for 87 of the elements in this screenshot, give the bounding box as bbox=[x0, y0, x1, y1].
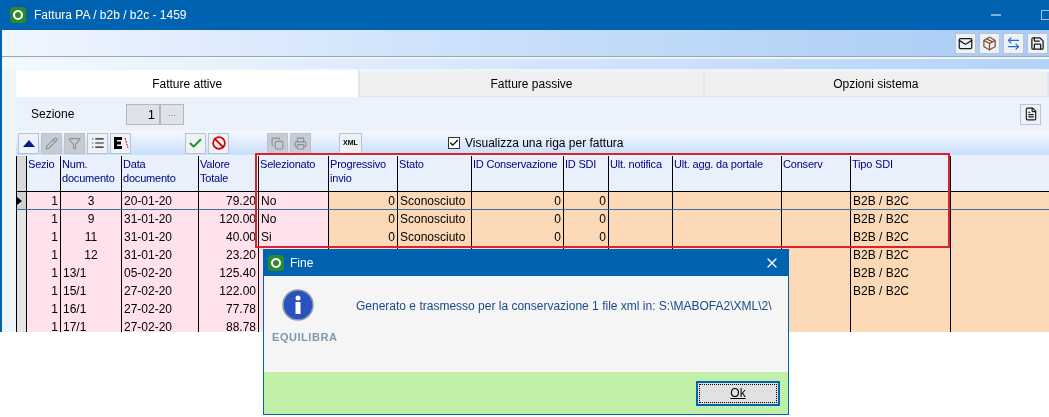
mail-icon[interactable] bbox=[955, 32, 976, 54]
info-icon bbox=[282, 289, 314, 321]
column-header[interactable]: Valore Totale bbox=[199, 156, 259, 191]
column-header[interactable]: Conserv bbox=[782, 156, 851, 191]
check-icon[interactable] bbox=[185, 132, 206, 154]
table-cell: 1 bbox=[27, 246, 61, 264]
tab[interactable]: Fatture passive bbox=[360, 72, 705, 97]
column-header[interactable]: Ult. notifica bbox=[609, 156, 673, 191]
table-cell: 77.78 bbox=[199, 300, 259, 318]
table-cell: 125.40 bbox=[199, 264, 259, 282]
table-cell: 16/1 bbox=[61, 300, 122, 318]
table-cell: 31-01-20 bbox=[122, 210, 199, 228]
save-icon[interactable] bbox=[1027, 32, 1048, 54]
dialog-title: Fine bbox=[290, 255, 314, 272]
table-cell: 11 bbox=[61, 228, 122, 246]
column-header[interactable]: Num. documento bbox=[61, 156, 122, 191]
table-cell: 1 bbox=[27, 264, 61, 282]
row-header[interactable] bbox=[17, 210, 27, 228]
table-cell: 20-01-20 bbox=[122, 192, 199, 209]
table-cell: 9 bbox=[61, 210, 122, 228]
table-cell: 79.20 bbox=[199, 192, 259, 209]
table-cell: No bbox=[259, 192, 329, 209]
app-logo-icon bbox=[268, 255, 284, 271]
table-cell: 1 bbox=[27, 210, 61, 228]
copy-icon[interactable] bbox=[267, 132, 288, 154]
table-cell: 3 bbox=[61, 192, 122, 209]
package-icon[interactable] bbox=[979, 32, 1000, 54]
table-cell: 1 bbox=[27, 318, 61, 332]
table-cell: 27-02-20 bbox=[122, 300, 199, 318]
column-header[interactable]: Data documento bbox=[122, 156, 199, 191]
checkbox-label: Visualizza una riga per fattura bbox=[465, 135, 624, 152]
tab[interactable]: Opzioni sistema bbox=[704, 72, 1049, 97]
table-cell: B2B / B2C bbox=[851, 192, 951, 209]
table-cell: Sconosciuto bbox=[398, 210, 472, 228]
ok-button[interactable]: Ok bbox=[696, 380, 780, 406]
table-cell: 122.00 bbox=[199, 282, 259, 300]
column-header[interactable]: Stato bbox=[398, 156, 472, 191]
table-cell: 12 bbox=[61, 246, 122, 264]
table-cell: B2B / B2C bbox=[851, 228, 951, 246]
table-cell: B2B / B2C bbox=[851, 264, 951, 282]
table-cell: 31-01-20 bbox=[122, 228, 199, 246]
table-cell: 05-02-20 bbox=[122, 264, 199, 282]
row-header[interactable] bbox=[17, 318, 27, 332]
window-title: Fattura PA / b2b / b2c - 1459 bbox=[34, 7, 187, 24]
table-cell: 1 bbox=[27, 300, 61, 318]
sezione-label: Sezione bbox=[31, 106, 76, 123]
maximize-icon[interactable] bbox=[1041, 9, 1049, 21]
table-cell: B2B / B2C bbox=[851, 210, 951, 228]
table-cell: 1 bbox=[27, 228, 61, 246]
table-cell: 27-02-20 bbox=[122, 318, 199, 332]
table-cell: 15/1 bbox=[61, 282, 122, 300]
sezione-field[interactable]: 1 bbox=[126, 103, 160, 125]
table-cell: Sconosciuto bbox=[398, 192, 472, 209]
row-header[interactable] bbox=[17, 192, 27, 209]
table-cell: No bbox=[259, 210, 329, 228]
table-cell: 23.20 bbox=[199, 246, 259, 264]
document-icon[interactable] bbox=[1020, 103, 1041, 125]
table-cell: 17/1 bbox=[61, 318, 122, 332]
dialog-message: Generato e trasmesso per la conservazione 1 file xml in: S:\MABOFA2\XML\2\ bbox=[356, 298, 772, 315]
tab[interactable]: Fatture attive bbox=[16, 70, 361, 97]
column-header[interactable]: Tipo SDI bbox=[851, 156, 951, 191]
column-header[interactable]: Ult. agg. da portale bbox=[673, 156, 782, 191]
list-icon[interactable] bbox=[87, 132, 108, 154]
table-cell: 1 bbox=[27, 192, 61, 209]
table-cell: 40.00 bbox=[199, 228, 259, 246]
column-header[interactable]: ID SDI bbox=[564, 156, 609, 191]
table-cell: 13/1 bbox=[61, 264, 122, 282]
printer-icon[interactable] bbox=[290, 132, 311, 154]
column-header[interactable]: ID Conservazione bbox=[472, 156, 564, 191]
checkbox[interactable] bbox=[448, 137, 460, 149]
table-cell: 31-01-20 bbox=[122, 246, 199, 264]
table-cell: Sconosciuto bbox=[398, 228, 472, 246]
cancel-icon[interactable] bbox=[208, 132, 229, 154]
sort-icon[interactable] bbox=[110, 132, 131, 154]
column-header[interactable]: Sezio bbox=[27, 156, 61, 191]
swap-arrows-icon[interactable] bbox=[1003, 32, 1024, 54]
table-cell: 88.78 bbox=[199, 318, 259, 332]
browse-button[interactable]: ... bbox=[160, 103, 184, 125]
table-cell: B2B / B2C bbox=[851, 282, 951, 300]
column-header[interactable]: Progressivo invio bbox=[329, 156, 398, 191]
table-cell: Si bbox=[259, 228, 329, 246]
table-cell: 120.00 bbox=[199, 210, 259, 228]
column-header[interactable]: Selezionato bbox=[259, 156, 329, 191]
table-cell: 1 bbox=[27, 282, 61, 300]
table-cell: 27-02-20 bbox=[122, 282, 199, 300]
logo: EQUILIBRA bbox=[272, 330, 339, 345]
app-logo-icon bbox=[10, 7, 26, 23]
